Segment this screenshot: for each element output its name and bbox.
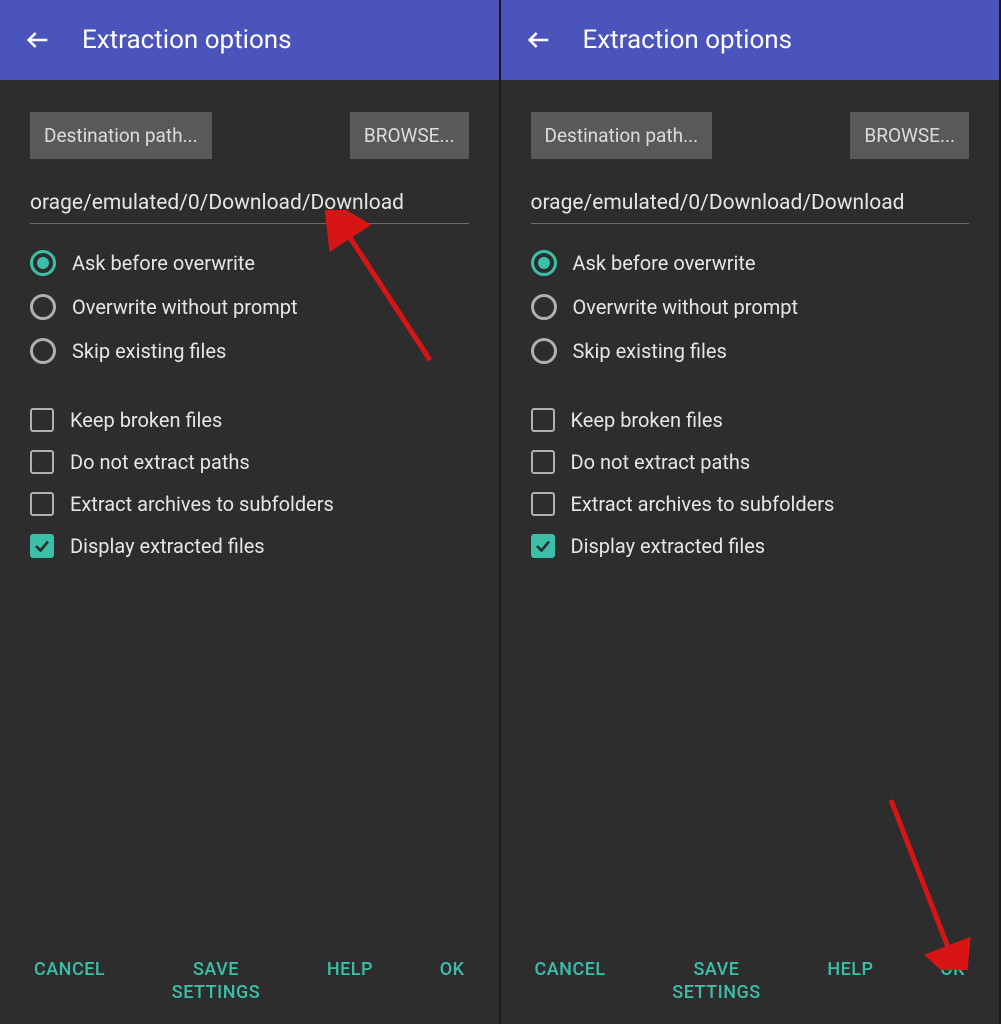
ok-button[interactable]: OK xyxy=(936,953,969,988)
destination-path-input[interactable] xyxy=(531,187,970,224)
radio-label: Overwrite without prompt xyxy=(72,295,298,319)
options-checkbox-group: Keep broken files Do not extract paths E… xyxy=(531,408,970,576)
cancel-button[interactable]: CANCEL xyxy=(30,953,109,988)
checkbox-display-extracted-files[interactable]: Display extracted files xyxy=(30,534,469,558)
radio-icon xyxy=(531,250,557,276)
overwrite-radio-group: Ask before overwrite Overwrite without p… xyxy=(531,250,970,382)
options-checkbox-group: Keep broken files Do not extract paths E… xyxy=(30,408,469,576)
radio-ask-before-overwrite[interactable]: Ask before overwrite xyxy=(531,250,970,276)
radio-icon xyxy=(531,338,557,364)
destination-path-input[interactable] xyxy=(30,187,469,224)
save-settings-button[interactable]: SAVE SETTINGS xyxy=(668,953,764,1010)
content: Destination path... BROWSE... Ask before… xyxy=(501,80,1000,953)
checkbox-keep-broken-files[interactable]: Keep broken files xyxy=(531,408,970,432)
cancel-button[interactable]: CANCEL xyxy=(531,953,610,988)
checkbox-label: Extract archives to subfolders xyxy=(70,492,334,516)
page-title: Extraction options xyxy=(82,25,292,55)
radio-icon xyxy=(30,294,56,320)
checkbox-label: Display extracted files xyxy=(70,534,265,558)
checkbox-do-not-extract-paths[interactable]: Do not extract paths xyxy=(30,450,469,474)
destination-path-button[interactable]: Destination path... xyxy=(531,112,713,159)
checkbox-label: Display extracted files xyxy=(571,534,766,558)
checkbox-display-extracted-files[interactable]: Display extracted files xyxy=(531,534,970,558)
checkbox-icon xyxy=(531,534,555,558)
checkbox-icon xyxy=(531,450,555,474)
pane-left: Extraction options Destination path... B… xyxy=(0,0,501,1024)
radio-skip-existing-files[interactable]: Skip existing files xyxy=(531,338,970,364)
checkbox-label: Keep broken files xyxy=(70,408,222,432)
radio-ask-before-overwrite[interactable]: Ask before overwrite xyxy=(30,250,469,276)
radio-icon xyxy=(531,294,557,320)
radio-overwrite-without-prompt[interactable]: Overwrite without prompt xyxy=(531,294,970,320)
help-button[interactable]: HELP xyxy=(823,953,877,988)
bottom-bar: CANCEL SAVE SETTINGS HELP OK xyxy=(501,953,1000,1024)
checkbox-label: Keep broken files xyxy=(571,408,723,432)
checkbox-icon xyxy=(531,408,555,432)
radio-icon xyxy=(30,250,56,276)
page-title: Extraction options xyxy=(583,25,793,55)
overwrite-radio-group: Ask before overwrite Overwrite without p… xyxy=(30,250,469,382)
browse-button[interactable]: BROWSE... xyxy=(850,112,969,159)
checkbox-label: Do not extract paths xyxy=(571,450,751,474)
destination-path-button[interactable]: Destination path... xyxy=(30,112,212,159)
checkbox-icon xyxy=(30,450,54,474)
back-arrow-icon[interactable] xyxy=(24,26,52,54)
bottom-bar: CANCEL SAVE SETTINGS HELP OK xyxy=(0,953,499,1024)
checkbox-extract-to-subfolders[interactable]: Extract archives to subfolders xyxy=(30,492,469,516)
pane-right: Extraction options Destination path... B… xyxy=(501,0,1001,1024)
appbar: Extraction options xyxy=(0,0,499,80)
checkbox-extract-to-subfolders[interactable]: Extract archives to subfolders xyxy=(531,492,970,516)
help-button[interactable]: HELP xyxy=(323,953,377,988)
radio-label: Skip existing files xyxy=(573,339,727,363)
ok-button[interactable]: OK xyxy=(436,953,469,988)
checkbox-icon xyxy=(531,492,555,516)
radio-label: Ask before overwrite xyxy=(72,251,255,275)
checkbox-label: Do not extract paths xyxy=(70,450,250,474)
radio-label: Ask before overwrite xyxy=(573,251,756,275)
radio-icon xyxy=(30,338,56,364)
appbar: Extraction options xyxy=(501,0,1000,80)
radio-overwrite-without-prompt[interactable]: Overwrite without prompt xyxy=(30,294,469,320)
save-settings-button[interactable]: SAVE SETTINGS xyxy=(168,953,264,1010)
radio-label: Skip existing files xyxy=(72,339,226,363)
checkbox-do-not-extract-paths[interactable]: Do not extract paths xyxy=(531,450,970,474)
radio-skip-existing-files[interactable]: Skip existing files xyxy=(30,338,469,364)
back-arrow-icon[interactable] xyxy=(525,26,553,54)
checkbox-icon xyxy=(30,492,54,516)
checkbox-icon xyxy=(30,534,54,558)
radio-label: Overwrite without prompt xyxy=(573,295,799,319)
content: Destination path... BROWSE... Ask before… xyxy=(0,80,499,953)
checkbox-icon xyxy=(30,408,54,432)
browse-button[interactable]: BROWSE... xyxy=(350,112,469,159)
checkbox-label: Extract archives to subfolders xyxy=(571,492,835,516)
checkbox-keep-broken-files[interactable]: Keep broken files xyxy=(30,408,469,432)
